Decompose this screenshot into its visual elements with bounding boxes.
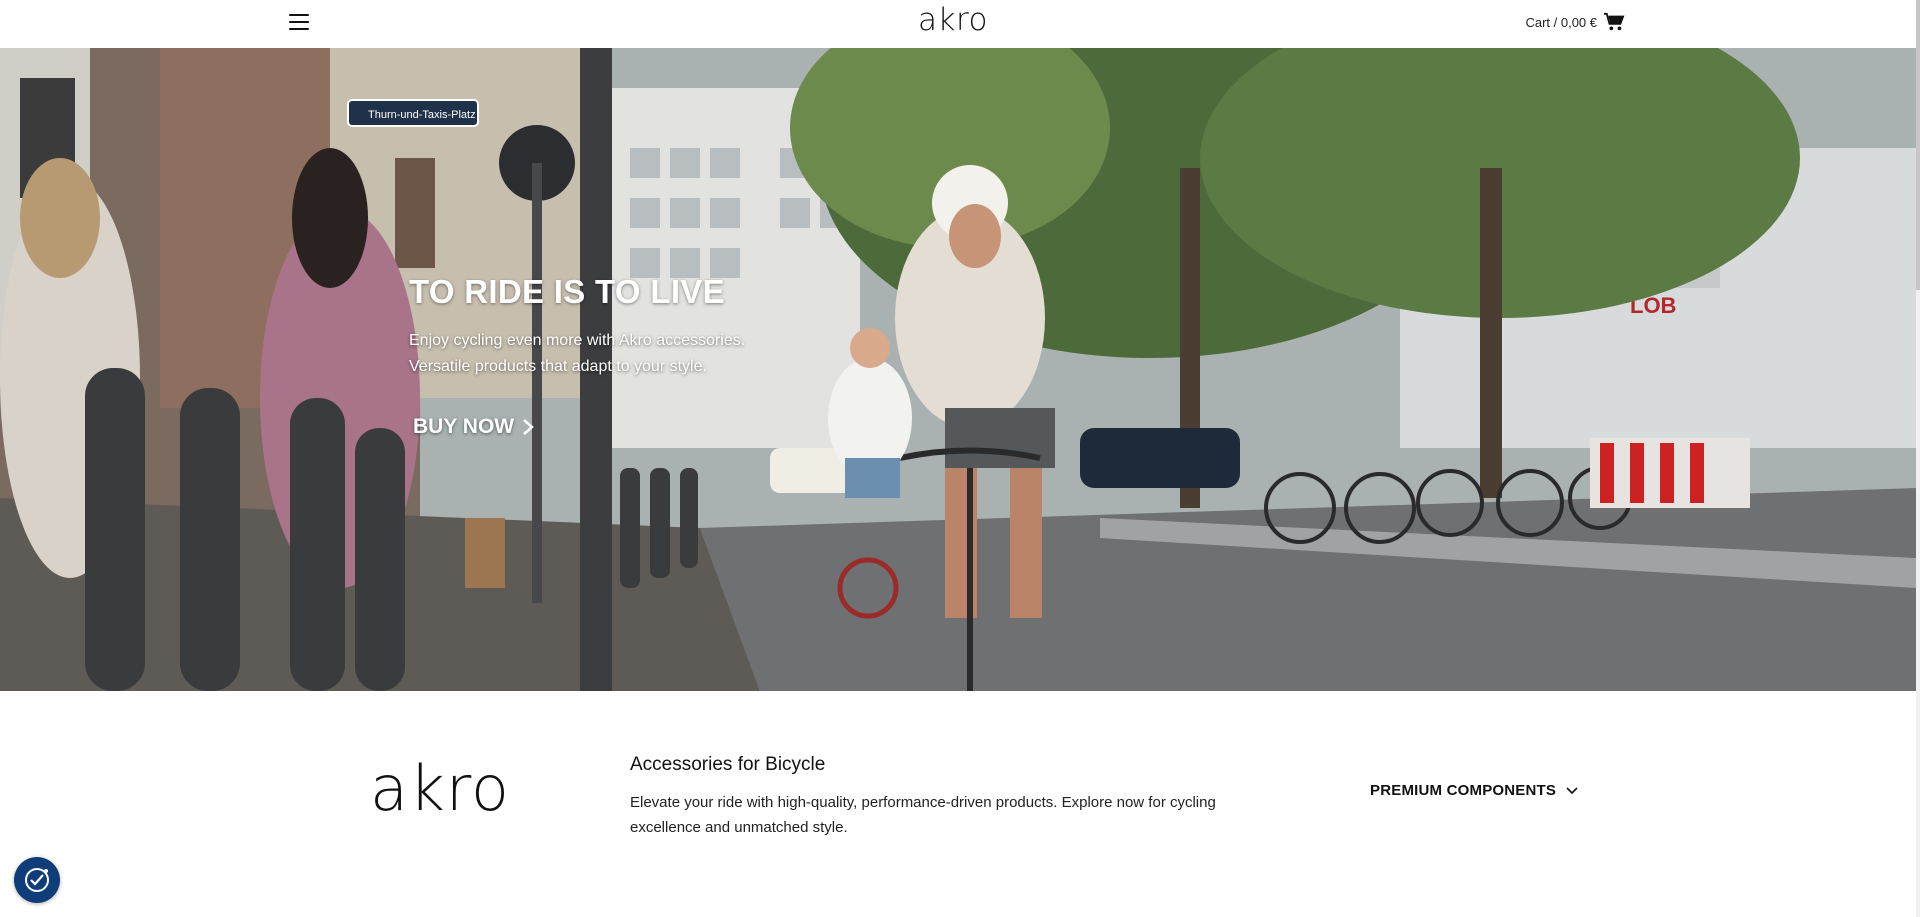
hero-subtitle: Enjoy cycling even more with Akro access… (409, 328, 745, 380)
hero-banner: LOB Thurn-und-Taxis-Platz TO RIDE IS TO … (0, 48, 1916, 691)
shopping-cart-icon (1604, 12, 1625, 31)
section-title: Accessories for Bicycle (630, 754, 826, 775)
premium-components-label: PREMIUM COMPONENTS (1370, 782, 1557, 799)
buy-now-label: BUY NOW (413, 415, 515, 438)
cookie-consent-icon (25, 868, 49, 892)
buy-now-button[interactable]: BUY NOW (413, 415, 535, 439)
site-header: akro Cart / 0,00 € (0, 0, 1916, 48)
scrollbar-thumb[interactable] (1916, 0, 1920, 290)
hamburger-menu-icon[interactable] (289, 14, 309, 30)
chevron-right-icon (523, 419, 535, 435)
premium-components-dropdown[interactable]: PREMIUM COMPONENTS (1370, 782, 1578, 799)
section-description: Elevate your ride with high-quality, per… (630, 794, 1216, 836)
cart-label: Cart / 0,00 € (1525, 14, 1597, 30)
hero-subtitle-line-1: Enjoy cycling even more with Akro access… (409, 332, 746, 349)
street-sign-text: Thurn-und-Taxis-Platz (368, 109, 476, 121)
page-scrollbar[interactable] (1916, 0, 1920, 917)
hero-title: TO RIDE IS TO LIVE (409, 273, 725, 310)
cart-link[interactable]: Cart / 0,00 € (1525, 12, 1625, 32)
site-logo[interactable]: akro (918, 2, 988, 38)
cookie-consent-button[interactable] (14, 857, 60, 903)
hero-image: LOB Thurn-und-Taxis-Platz (0, 48, 1916, 691)
chevron-down-icon (1566, 786, 1578, 794)
hero-subtitle-line-2: Versatile products that adapt to your st… (409, 358, 707, 375)
brand-logo: akro (370, 752, 510, 825)
